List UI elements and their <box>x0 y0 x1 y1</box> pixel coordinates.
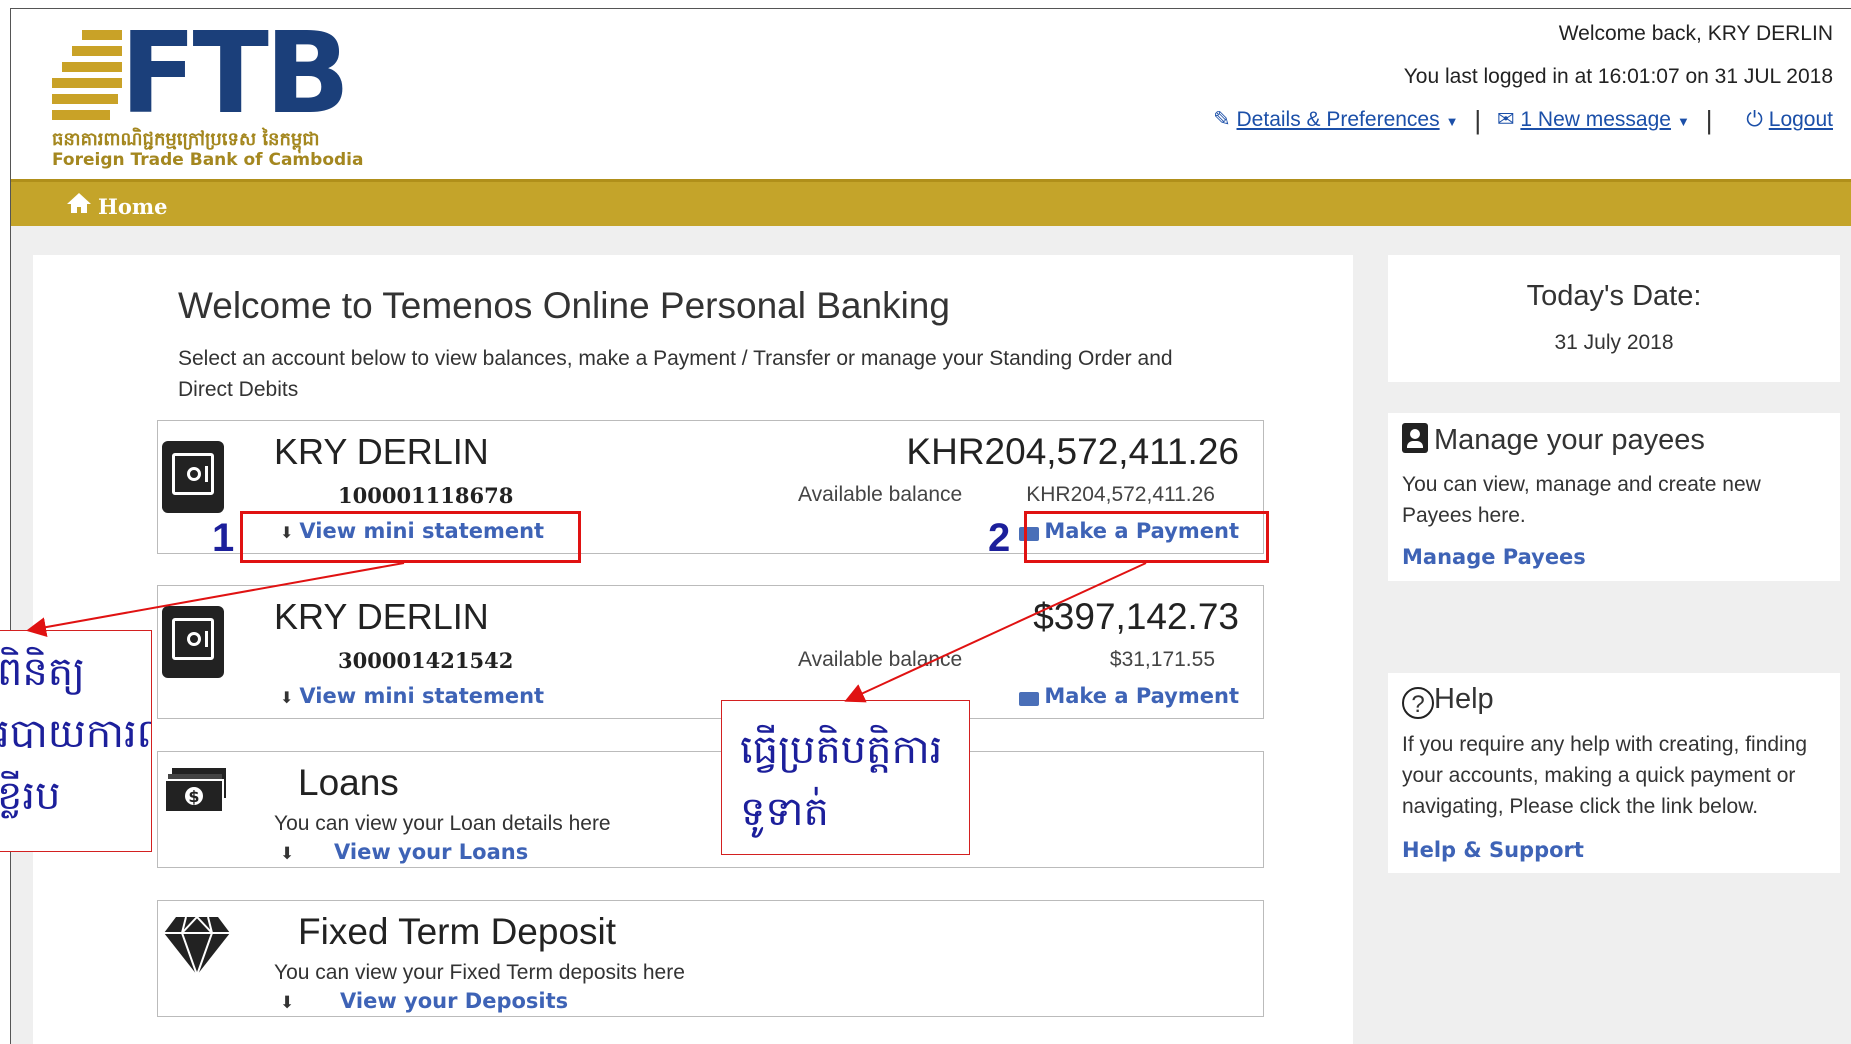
annotation-arrows <box>26 562 1147 703</box>
